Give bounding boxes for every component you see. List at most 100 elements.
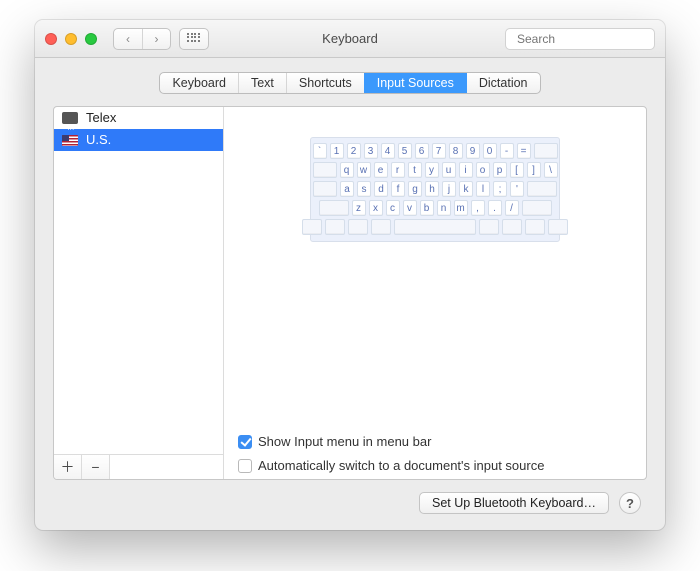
key: e [374,162,388,178]
key: 4 [381,143,395,159]
key [313,181,337,197]
key: b [420,200,434,216]
auto-switch-label: Automatically switch to a document's inp… [258,458,544,473]
key: = [517,143,531,159]
grid-icon [187,33,201,45]
key [394,219,476,235]
keyboard-preview: `1234567890-= qwertyuiop[]\ asdfghjkl;' … [310,137,560,242]
tab-keyboard[interactable]: Keyboard [160,73,238,93]
add-button[interactable]: ＋ [54,455,82,479]
key: ; [493,181,507,197]
key: r [391,162,405,178]
key: . [488,200,502,216]
search-input[interactable] [517,32,665,46]
key: 1 [330,143,344,159]
input-sources-panel: VITX Telex U.S. ＋ − `1234567890-= qwert [53,106,647,480]
sidebar: VITX Telex U.S. ＋ − [54,107,224,479]
key: u [442,162,456,178]
bluetooth-keyboard-button[interactable]: Set Up Bluetooth Keyboard… [419,492,609,514]
key: 2 [347,143,361,159]
key: m [454,200,468,216]
footer: Set Up Bluetooth Keyboard… ? [53,480,647,520]
close-icon[interactable] [45,33,57,45]
key: q [340,162,354,178]
show-input-menu-label: Show Input menu in menu bar [258,434,431,449]
auto-switch-checkbox[interactable] [238,459,252,473]
key: p [493,162,507,178]
show-input-menu-checkbox[interactable] [238,435,252,449]
key: 3 [364,143,378,159]
key: l [476,181,490,197]
key: w [357,162,371,178]
key [479,219,499,235]
key: ` [313,143,327,159]
key [325,219,345,235]
key: k [459,181,473,197]
key: 8 [449,143,463,159]
key: f [391,181,405,197]
key: v [403,200,417,216]
key [522,200,552,216]
tab-shortcuts[interactable]: Shortcuts [286,73,364,93]
key [525,219,545,235]
key [527,181,557,197]
key: y [425,162,439,178]
key: ' [510,181,524,197]
input-source-us[interactable]: U.S. [54,129,223,151]
titlebar: ‹ › Keyboard [35,20,665,58]
key [502,219,522,235]
key: t [408,162,422,178]
nav-back-forward: ‹ › [113,28,171,50]
key: s [357,181,371,197]
key: 0 [483,143,497,159]
options-group: Show Input menu in menu bar Automaticall… [238,430,544,473]
tab-bar: Keyboard Text Shortcuts Input Sources Di… [159,72,540,94]
key: 5 [398,143,412,159]
auto-switch-row[interactable]: Automatically switch to a document's inp… [238,458,544,473]
key [319,200,349,216]
show-all-button[interactable] [179,28,209,50]
input-source-label: U.S. [86,129,111,151]
key [371,219,391,235]
tab-dictation[interactable]: Dictation [466,73,540,93]
key: j [442,181,456,197]
back-button[interactable]: ‹ [114,29,142,49]
key: i [459,162,473,178]
key [348,219,368,235]
key: \ [544,162,558,178]
key: ] [527,162,541,178]
detail-pane: `1234567890-= qwertyuiop[]\ asdfghjkl;' … [224,107,646,479]
key: o [476,162,490,178]
input-sources-list: VITX Telex U.S. [54,107,223,454]
key: [ [510,162,524,178]
key [534,143,558,159]
key: d [374,181,388,197]
input-source-label: Telex [86,107,116,129]
tab-text[interactable]: Text [238,73,286,93]
minimize-icon[interactable] [65,33,77,45]
key [548,219,568,235]
remove-button[interactable]: − [82,455,110,479]
search-field[interactable] [505,28,655,50]
input-source-telex[interactable]: VITX Telex [54,107,223,129]
window-controls [45,33,97,45]
key [313,162,337,178]
key: / [505,200,519,216]
key: n [437,200,451,216]
key: , [471,200,485,216]
key: g [408,181,422,197]
tab-input-sources[interactable]: Input Sources [364,73,466,93]
key: 9 [466,143,480,159]
key [302,219,322,235]
vi-tx-icon: VITX [62,112,78,124]
key: a [340,181,354,197]
forward-button[interactable]: › [142,29,170,49]
key: x [369,200,383,216]
content: Keyboard Text Shortcuts Input Sources Di… [35,58,665,530]
flag-us-icon [62,135,78,146]
zoom-icon[interactable] [85,33,97,45]
help-button[interactable]: ? [619,492,641,514]
key: z [352,200,366,216]
show-input-menu-row[interactable]: Show Input menu in menu bar [238,434,544,449]
key: c [386,200,400,216]
